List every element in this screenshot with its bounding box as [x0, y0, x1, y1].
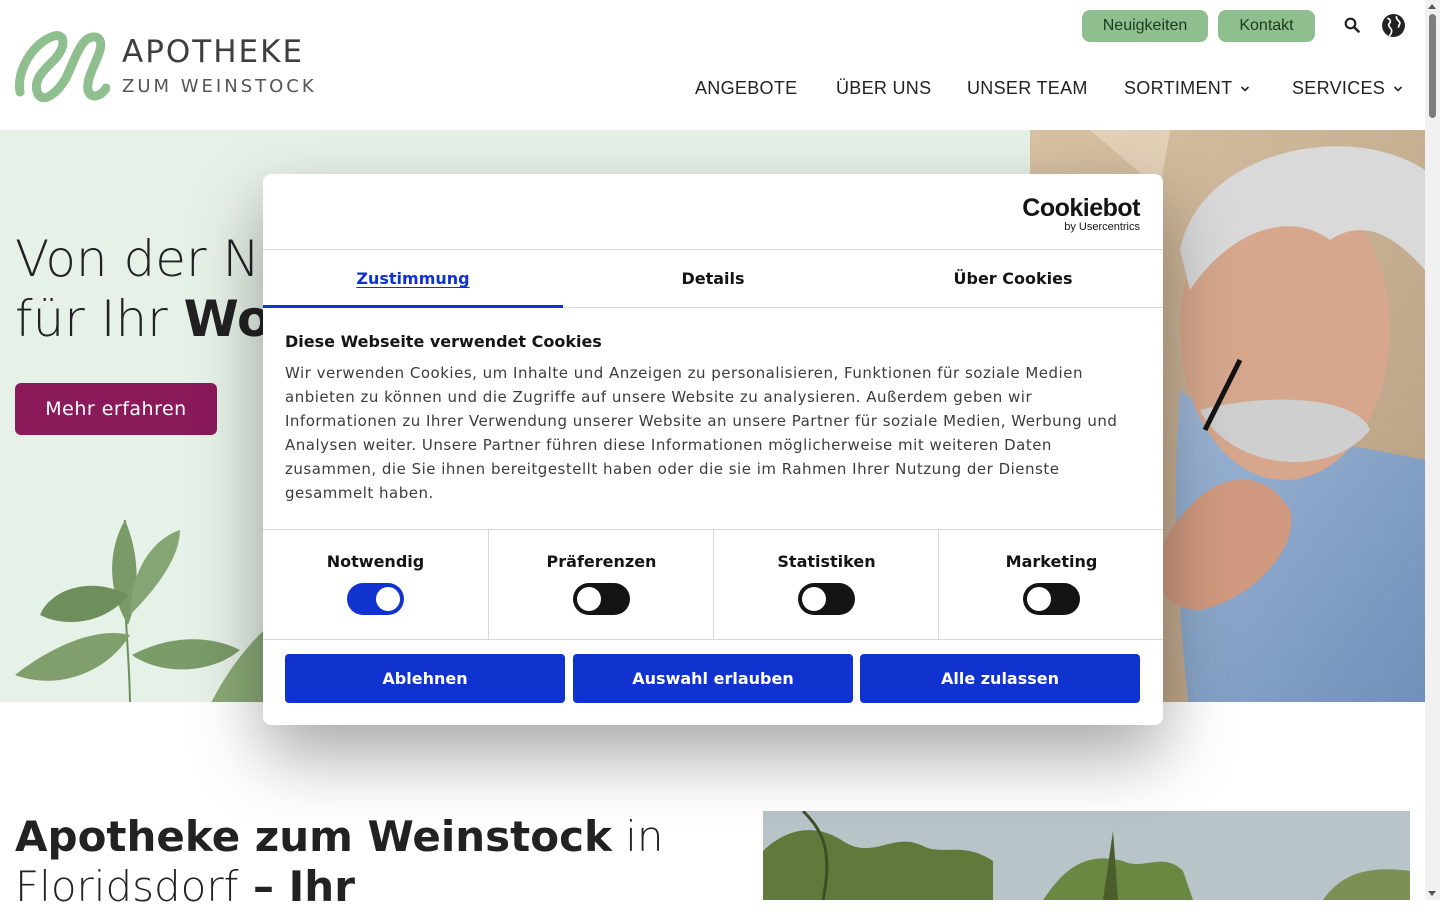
- active-tab-indicator: [263, 305, 563, 308]
- allow-selection-button[interactable]: Auswahl erlauben: [573, 654, 853, 703]
- category-marketing: Marketing: [938, 530, 1163, 639]
- cookiebot-logo: Cookiebot by Usercentrics: [1022, 194, 1140, 234]
- cookie-consent-dialog: Cookiebot by Usercentrics Zustimmung Det…: [263, 174, 1163, 725]
- more-info-button[interactable]: Mehr erfahren: [15, 383, 217, 435]
- category-label: Statistiken: [777, 552, 876, 571]
- tab-ueber-cookies[interactable]: Über Cookies: [863, 250, 1163, 307]
- site-header: APOTHEKE ZUM WEINSTOCK Neuigkeiten Konta…: [0, 0, 1425, 130]
- nav-item-label: ÜBER UNS: [836, 78, 932, 98]
- vineyard-image: [763, 811, 1410, 900]
- intro-light-1: in: [611, 812, 664, 861]
- main-nav: ANGEBOTE ÜBER UNS UNSER TEAM SORTIMENT S…: [0, 78, 1425, 104]
- cookie-dialog-body: Wir verwenden Cookies, um Inhalte und An…: [285, 364, 1118, 502]
- contact-button[interactable]: Kontakt: [1218, 10, 1315, 42]
- nav-item-label: ANGEBOTE: [695, 78, 798, 98]
- cookie-categories: Notwendig Präferenzen Statistiken Market…: [263, 529, 1163, 640]
- scroll-up-arrow-icon[interactable]: [1428, 4, 1436, 9]
- allow-all-button[interactable]: Alle zulassen: [860, 654, 1140, 703]
- search-icon[interactable]: [1339, 12, 1365, 38]
- scrollbar-thumb[interactable]: [1429, 14, 1436, 118]
- page-scrollbar[interactable]: [1425, 0, 1440, 900]
- nav-item-services[interactable]: SERVICES: [1292, 78, 1403, 99]
- cookiebot-brand-sub: by Usercentrics: [1064, 221, 1140, 233]
- intro-heading-line1: Apotheke zum Weinstock in: [15, 812, 664, 862]
- statistiken-toggle[interactable]: [798, 583, 855, 615]
- category-label: Notwendig: [326, 552, 425, 571]
- decline-button[interactable]: Ablehnen: [285, 654, 565, 703]
- toggle-knob: [577, 587, 601, 611]
- chevron-down-icon: [1241, 85, 1250, 92]
- category-label: Präferenzen: [546, 552, 657, 571]
- nav-item-label: SORTIMENT: [1124, 78, 1233, 98]
- cookie-tabs: Zustimmung Details Über Cookies: [263, 249, 1163, 308]
- nav-item-sortiment[interactable]: SORTIMENT: [1124, 78, 1250, 99]
- tab-zustimmung[interactable]: Zustimmung: [263, 250, 563, 307]
- intro-bold-2: – Ihr: [238, 862, 355, 911]
- hero-headline-light: für Ihr: [15, 290, 184, 348]
- cookie-dialog-title: Diese Webseite verwendet Cookies: [285, 332, 602, 351]
- globe-icon[interactable]: [1380, 12, 1406, 38]
- tab-details[interactable]: Details: [563, 250, 863, 307]
- chevron-down-icon: [1394, 85, 1403, 92]
- nav-item-label: SERVICES: [1292, 78, 1386, 98]
- toggle-knob: [802, 587, 826, 611]
- intro-light-2: Floridsdorf: [15, 862, 239, 911]
- logo-title: APOTHEKE: [122, 34, 305, 70]
- nav-item-unser-team[interactable]: UNSER TEAM: [967, 78, 1088, 99]
- marketing-toggle[interactable]: [1023, 583, 1080, 615]
- toggle-knob: [376, 587, 400, 611]
- category-statistiken: Statistiken: [713, 530, 939, 639]
- nav-item-ueber-uns[interactable]: ÜBER UNS: [836, 78, 931, 99]
- cookiebot-brand: Cookiebot: [1022, 194, 1140, 222]
- scroll-down-arrow-icon[interactable]: [1428, 891, 1436, 896]
- intro-heading: Apotheke zum Weinstock in Floridsdorf – …: [15, 812, 664, 912]
- category-label: Marketing: [1005, 552, 1098, 571]
- news-button[interactable]: Neuigkeiten: [1082, 10, 1208, 42]
- nav-item-label: UNSER TEAM: [967, 78, 1088, 98]
- notwendig-toggle[interactable]: [347, 583, 404, 615]
- intro-bold-1: Apotheke zum Weinstock: [15, 812, 612, 861]
- toggle-knob: [1027, 587, 1051, 611]
- nav-item-angebote[interactable]: ANGEBOTE: [695, 78, 797, 99]
- intro-heading-line2: Floridsdorf – Ihr: [15, 862, 664, 912]
- praeferenzen-toggle[interactable]: [573, 583, 630, 615]
- category-praeferenzen: Präferenzen: [488, 530, 714, 639]
- category-notwendig: Notwendig: [263, 530, 488, 639]
